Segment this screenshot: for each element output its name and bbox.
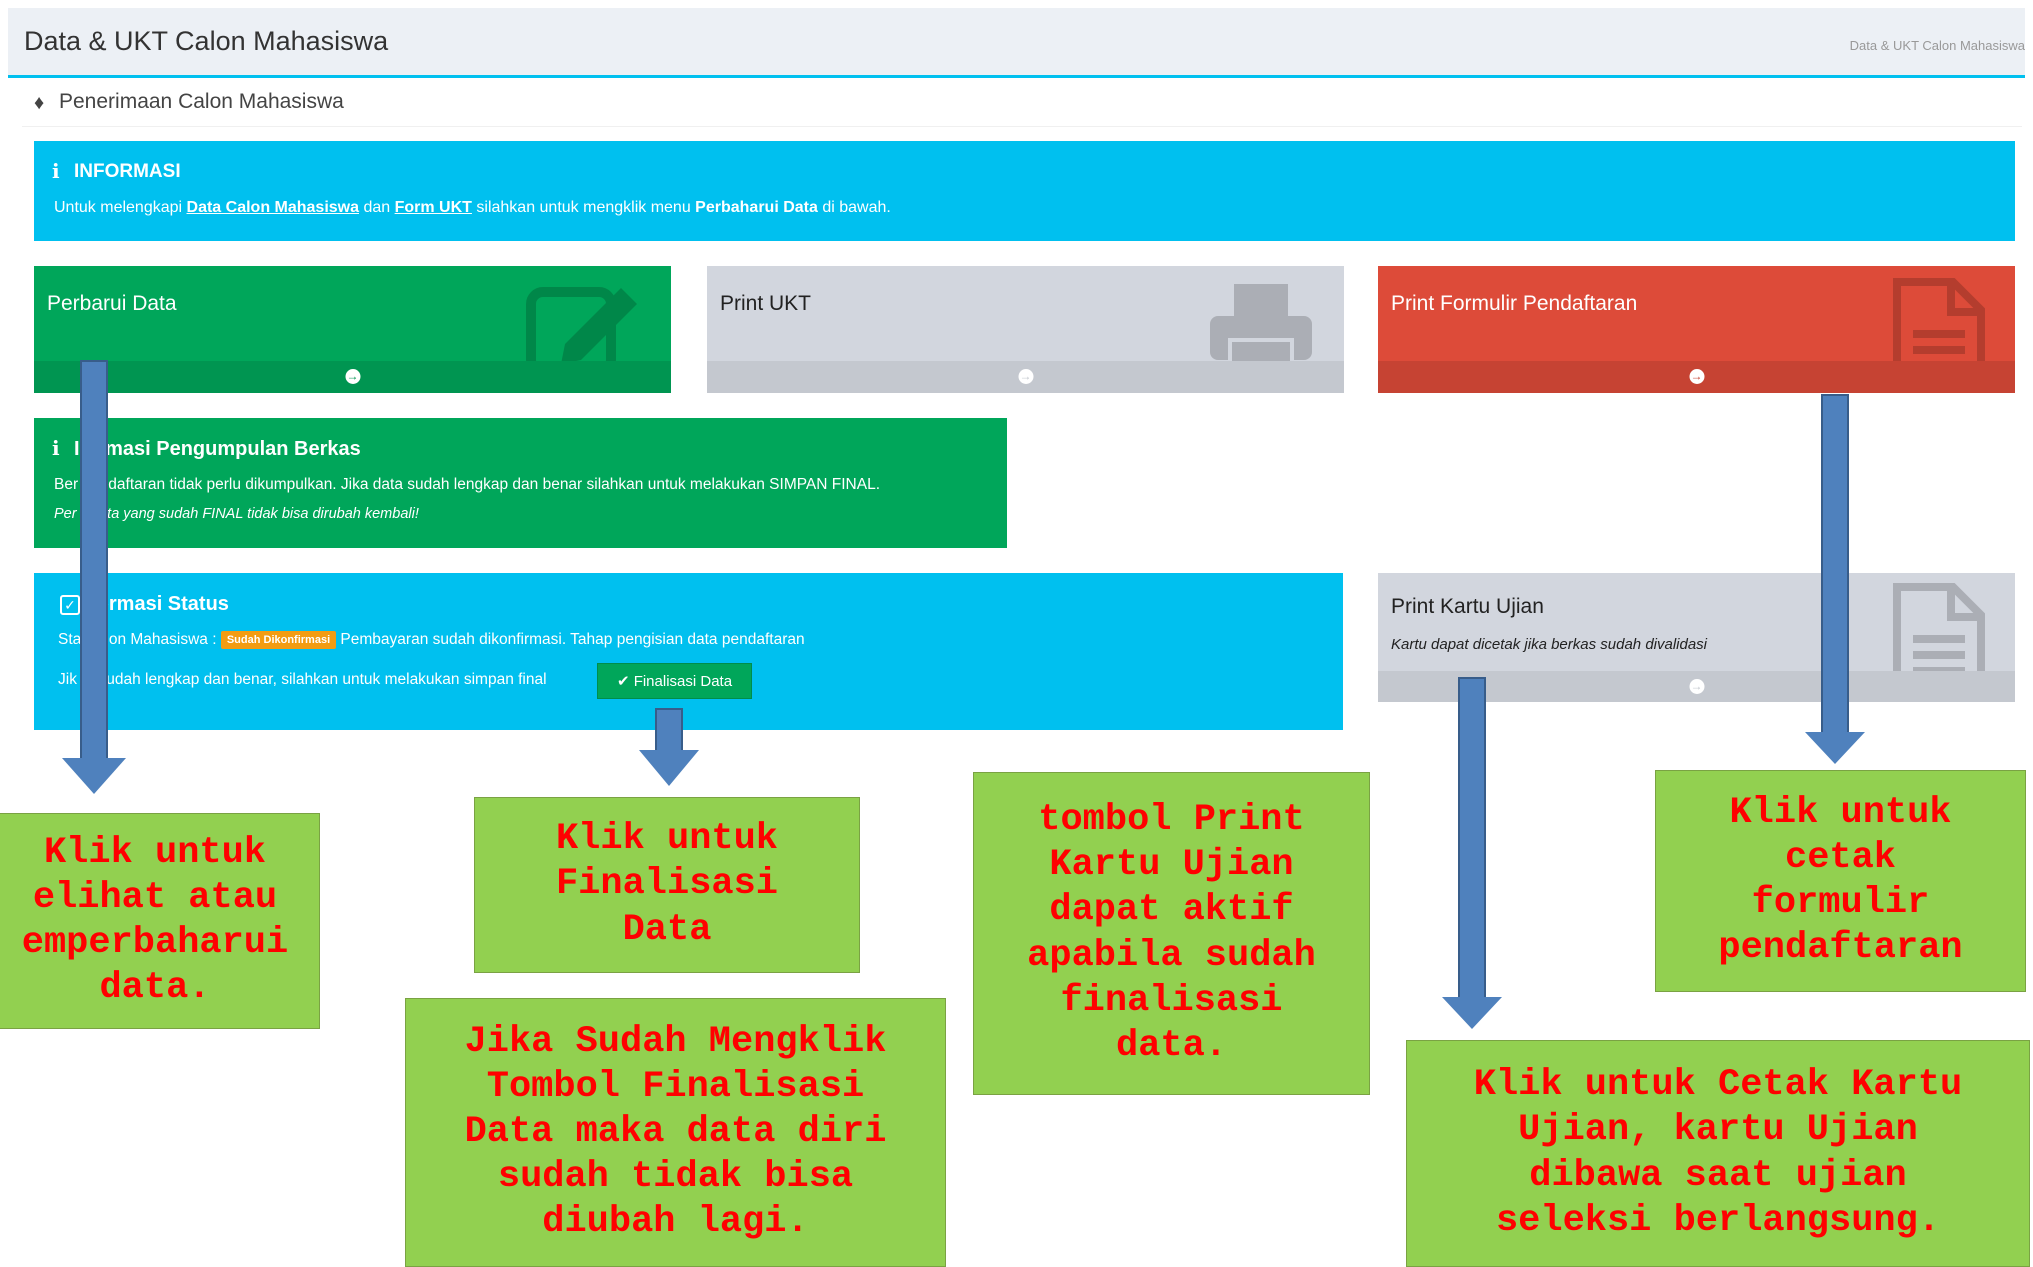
form-ukt-link[interactable]: Form UKT: [395, 199, 472, 216]
page-title: Data & UKT Calon Mahasiswa: [24, 26, 389, 56]
annotation-arrow-shaft: [1821, 394, 1849, 734]
page-header: Data & UKT Calon Mahasiswa Data & UKT Ca…: [8, 8, 2025, 78]
print-kartu-ujian-label: Print Kartu Ujian: [1391, 595, 1544, 618]
check-icon: ✔: [616, 673, 634, 690]
info-text: Untuk melengkapi Data Calon Mahasiswa da…: [54, 199, 891, 216]
info-title: INFORMASI: [74, 161, 181, 182]
status-title: formasi Status: [90, 593, 229, 615]
print-ukt-footer[interactable]: →: [707, 361, 1344, 393]
status-badge: Sudah Dikonfirmasi: [220, 631, 337, 649]
perbarui-data-footer[interactable]: →: [34, 361, 671, 393]
berkas-note: Per : Data yang sudah FINAL tidak bisa d…: [54, 506, 419, 522]
info-icon: i: [52, 159, 60, 183]
tag-icon: ♦: [34, 92, 45, 114]
callout-finalisasi-data: Klik untuk Finalisasi Data: [474, 797, 860, 973]
annotation-arrow-head: [1442, 997, 1502, 1029]
annotation-arrow-shaft: [80, 360, 108, 760]
status-line: Sta Calon Mahasiswa : Sudah Dikonfirmasi…: [58, 631, 805, 649]
print-formulir-card[interactable]: Print Formulir Pendaftaran →: [1378, 266, 2015, 393]
callout-cetak-formulir: Klik untuk cetak formulir pendaftaran: [1655, 770, 2026, 992]
print-ukt-label: Print UKT: [720, 292, 812, 315]
callout-perbarui-data: Klik untuk elihat atau emperbaharui data…: [0, 813, 320, 1029]
panel-heading: ♦ Penerimaan Calon Mahasiswa: [22, 82, 2022, 127]
perbarui-data-card[interactable]: Perbarui Data →: [34, 266, 671, 393]
annotation-arrow-head: [62, 758, 126, 794]
status-info-box: ✓ formasi Status Sta Calon Mahasiswa : S…: [34, 573, 1343, 730]
arrow-circle-right-icon: →: [1689, 369, 1704, 384]
callout-finalisasi-warning: Jika Sudah Mengklik Tombol Finalisasi Da…: [405, 998, 946, 1267]
finalisasi-data-button[interactable]: ✔ Finalisasi Data: [597, 663, 752, 699]
arrow-circle-right-icon: →: [1018, 369, 1033, 384]
annotation-arrow-shaft: [655, 708, 683, 752]
berkas-text: Ber pendaftaran tidak perlu dikumpulkan.…: [54, 476, 881, 493]
panel-title: Penerimaan Calon Mahasiswa: [59, 90, 344, 113]
berkas-info-alert: i I ormasi Pengumpulan Berkas Ber pendaf…: [34, 418, 1007, 548]
print-formulir-label: Print Formulir Pendaftaran: [1391, 292, 1638, 315]
print-kartu-ujian-note: Kartu dapat dicetak jika berkas sudah di…: [1391, 636, 1708, 653]
annotation-arrow-head: [1805, 732, 1865, 764]
status-instruction: Jik ta sudah lengkap dan benar, silahkan…: [58, 671, 547, 688]
callout-cetak-kartu-ujian: Klik untuk Cetak Kartu Ujian, kartu Ujia…: [1406, 1040, 2030, 1267]
perbarui-data-label: Perbarui Data: [47, 292, 177, 315]
berkas-title: I ormasi Pengumpulan Berkas: [74, 438, 361, 460]
arrow-circle-right-icon: →: [1689, 679, 1704, 694]
check-square-icon: ✓: [60, 595, 80, 615]
annotation-arrow-shaft: [1458, 677, 1486, 999]
print-formulir-footer[interactable]: →: [1378, 361, 2015, 393]
callout-print-kartu-aktif: tombol Print Kartu Ujian dapat aktif apa…: [973, 772, 1370, 1095]
print-ukt-card[interactable]: Print UKT →: [707, 266, 1344, 393]
annotation-arrow-head: [639, 750, 699, 786]
info-alert: i INFORMASI Untuk melengkapi Data Calon …: [34, 141, 2015, 241]
arrow-circle-right-icon: →: [345, 369, 360, 384]
breadcrumb[interactable]: Data & UKT Calon Mahasiswa: [1850, 38, 2025, 53]
data-calon-mahasiswa-link[interactable]: Data Calon Mahasiswa: [187, 199, 360, 216]
info-icon: i: [52, 436, 60, 460]
